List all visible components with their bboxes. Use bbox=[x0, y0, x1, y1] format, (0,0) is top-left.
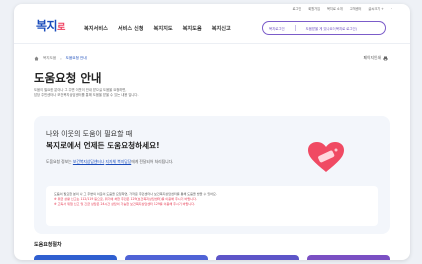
site-logo[interactable]: 복지로 bbox=[36, 17, 65, 34]
login-left-label[interactable]: 복지로그인 bbox=[269, 26, 285, 31]
procedure-step-4 bbox=[307, 255, 390, 260]
utility-link-login[interactable]: 로그인 bbox=[292, 6, 301, 14]
card-question: 나와 이웃의 도움이 필요할 때 bbox=[46, 130, 133, 138]
procedure-tiles bbox=[34, 255, 390, 260]
notice-warning: ※ 고독사 위험 신고 및 긴급 상담은 24시간 상담이 가능한 보건복지상담… bbox=[54, 202, 196, 206]
breadcrumb-parent[interactable]: 복지도움 bbox=[43, 56, 56, 61]
card-sub-prefix: 도움요청 정보는 bbox=[46, 159, 73, 164]
home-icon[interactable] bbox=[34, 56, 39, 61]
utility-link-signup[interactable]: 회원가입 bbox=[308, 6, 320, 14]
procedure-step-2 bbox=[125, 255, 208, 260]
utility-font-size[interactable]: 글씨크기 + bbox=[368, 6, 383, 14]
breadcrumb: 복지도움 › 도움요청 안내 bbox=[34, 56, 87, 61]
utility-link-support[interactable]: 고객센터 bbox=[350, 6, 362, 14]
nav-welfare-map[interactable]: 복지지도 bbox=[154, 25, 173, 32]
intro-line: 담당 주민센터나 보건복지상담센터를 통해 도움을 받을 수 있는 내용 입니다… bbox=[34, 93, 139, 97]
counsel-center-link[interactable]: 보건복지상담센터나 bbox=[73, 159, 104, 164]
login-right-label[interactable]: 도움받을 게 있나요?(복지로 로그인) bbox=[306, 26, 357, 31]
nav-welfare-help[interactable]: 복지도움 bbox=[183, 25, 202, 32]
procedure-step-3 bbox=[216, 255, 299, 260]
printer-icon bbox=[383, 56, 388, 61]
login-pill[interactable]: 복지로그인 도움받을 게 있나요?(복지로 로그인) bbox=[262, 21, 386, 35]
utility-font-size-down[interactable]: - bbox=[391, 6, 392, 14]
breadcrumb-separator: › bbox=[60, 56, 62, 61]
browser-page: 로그인 회원가입 복지로 소개 고객센터 글씨크기 + - 복지로 복지서비스 … bbox=[14, 4, 410, 260]
page-intro: 도움이 필요한 분이나 그 주변 이웃이 안내 받으실 도움을 요청하면, 담당… bbox=[34, 88, 234, 98]
card-subtext: 도움요청 정보는 보건복지상담센터나 지자체 복지담당에게 전달되어 처리됩니다… bbox=[46, 159, 173, 165]
local-welfare-link[interactable]: 지자체 복지담당 bbox=[106, 159, 132, 164]
help-request-card: 나와 이웃의 도움이 필요할 때 복지로에서 언제든 도움요청하세요! 도움요청… bbox=[34, 116, 390, 234]
page-title: 도움요청 안내 bbox=[34, 71, 102, 85]
procedure-step-1 bbox=[34, 255, 117, 260]
nav-service-apply[interactable]: 서비스 신청 bbox=[118, 25, 144, 32]
utility-link-about[interactable]: 복지로 소개 bbox=[327, 6, 343, 14]
site-header: 복지로 복지서비스 서비스 신청 복지지도 복지도움 복지신고 복지로그인 도움… bbox=[14, 14, 410, 44]
card-headline: 복지로에서 언제든 도움요청하세요! bbox=[46, 141, 160, 150]
utility-bar: 로그인 회원가입 복지로 소개 고객센터 글씨크기 + - bbox=[14, 4, 410, 14]
breadcrumb-current[interactable]: 도움요청 안내 bbox=[66, 56, 87, 61]
logo-accent: 로 bbox=[57, 23, 65, 33]
section-title: 도움요청절차 bbox=[34, 242, 62, 248]
heart-bandage-icon bbox=[308, 142, 344, 172]
pill-divider bbox=[294, 25, 296, 31]
print-label: 페이지인쇄 bbox=[363, 55, 381, 60]
logo-main: 복지 bbox=[36, 19, 58, 33]
card-sub-suffix: 에게 전달되어 처리됩니다. bbox=[131, 159, 174, 164]
nav-welfare-report[interactable]: 복지신고 bbox=[212, 25, 231, 32]
main-nav: 복지서비스 서비스 신청 복지지도 복지도움 복지신고 bbox=[84, 25, 231, 32]
notice-box: 도움이 필요한 분의 나 그 주변의 이웃이 도움을 요청하면, 가까운 주민센… bbox=[46, 186, 378, 226]
print-button[interactable]: 페이지인쇄 bbox=[364, 55, 388, 61]
nav-welfare-service[interactable]: 복지서비스 bbox=[84, 25, 108, 32]
